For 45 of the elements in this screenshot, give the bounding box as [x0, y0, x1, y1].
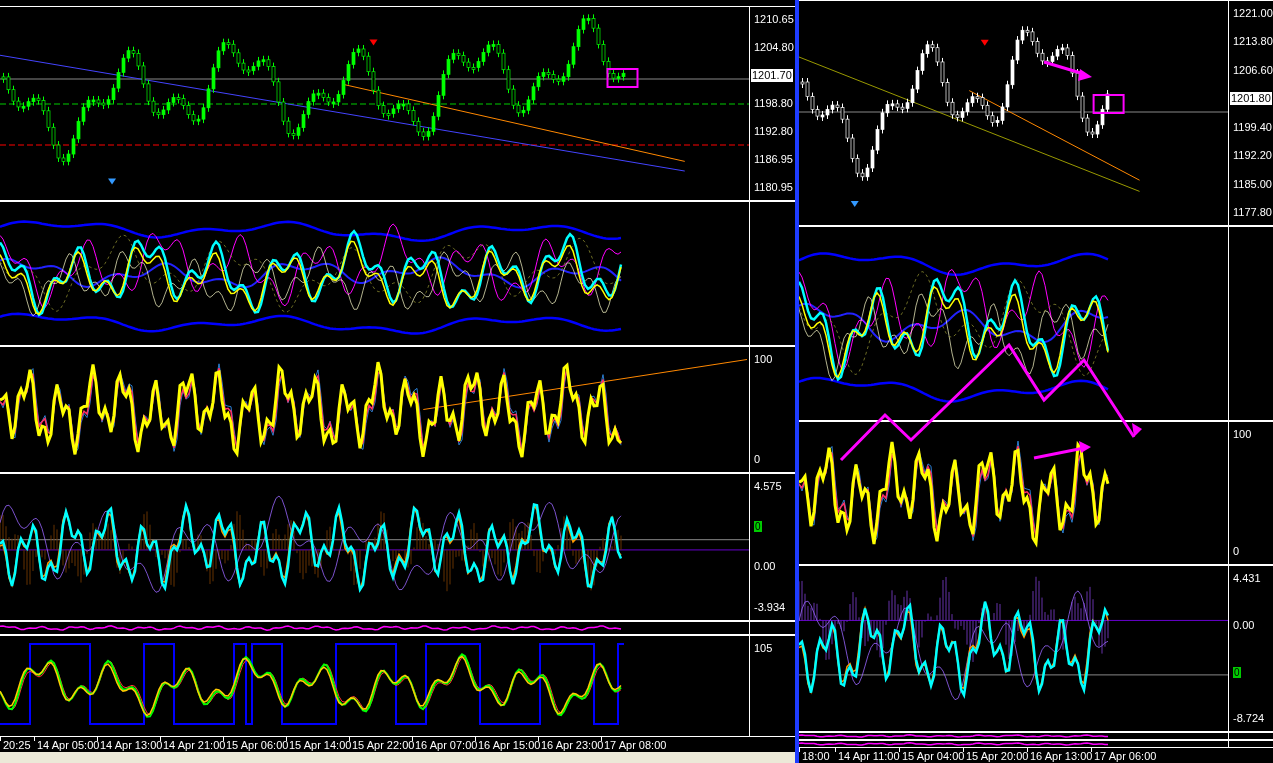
axis-label: 1180.95 [754, 181, 794, 194]
axis-label: 1221.00 [1233, 7, 1273, 20]
time-axis-label: 15 Apr 20:00 [965, 750, 1027, 763]
axis-label: 1204.80 [754, 41, 795, 54]
time-axis-label: 14 Apr 11:00 [837, 750, 899, 763]
axis-label: 0.00 [1233, 619, 1256, 633]
time-axis-label: 16 Apr 23:00 [540, 739, 601, 752]
axis-label: 105 [754, 642, 774, 655]
time-axis-label: 16 Apr 15:00 [477, 739, 538, 752]
axis-label: 0.00 [754, 560, 777, 573]
axis-label: 100 [754, 353, 774, 366]
axis-label: 4.431 [1233, 572, 1262, 585]
axis-label: 4.575 [754, 480, 783, 493]
axis-label: 100 [1233, 428, 1253, 441]
axis-label: 1192.20 [1233, 149, 1273, 163]
axis-label: 1192.80 [754, 125, 794, 138]
axis-label: 1198.80 [754, 97, 794, 110]
axis-label: 1213.80 [1233, 35, 1273, 49]
time-axis-label: 20:25 [2, 739, 32, 752]
time-axis-label: 15 Apr 06:00 [225, 739, 286, 752]
axis-label: 1210.65 [754, 13, 795, 26]
current-price-label: 1201.70 [751, 69, 793, 82]
time-axis-label: 15 Apr 04:00 [901, 750, 963, 763]
axis-label: 0 [1233, 545, 1241, 558]
time-axis-label: 18:00 [801, 750, 831, 763]
axis-label: 1206.60 [1233, 63, 1273, 77]
indicator-value-marker: 0 [754, 521, 762, 532]
current-price-label: 1201.80 [1230, 92, 1272, 106]
axis-label: -3.934 [754, 601, 787, 614]
axis-label: 1186.95 [754, 153, 794, 166]
time-axis-label: 17 Apr 06:00 [1093, 750, 1155, 763]
time-axis-label: 16 Apr 13:00 [1029, 750, 1091, 763]
axis-label: 1199.40 [1233, 120, 1273, 134]
indicator-value-marker: 0 [1233, 666, 1241, 678]
time-axis-label: 15 Apr 22:00 [351, 739, 412, 752]
axis-label: 0 [754, 453, 762, 466]
time-axis-label: 15 Apr 14:00 [288, 739, 349, 752]
axis-label: -8.724 [1233, 712, 1266, 725]
time-axis-label: 14 Apr 21:00 [162, 739, 223, 752]
axis-label: 1185.00 [1233, 177, 1273, 191]
time-axis-label: 14 Apr 13:00 [99, 739, 160, 752]
time-axis-label: 17 Apr 08:00 [603, 739, 664, 752]
time-axis-label: 14 Apr 05:00 [36, 739, 97, 752]
time-axis-label: 16 Apr 07:00 [414, 739, 475, 752]
axis-label: 1177.80 [1233, 205, 1273, 219]
